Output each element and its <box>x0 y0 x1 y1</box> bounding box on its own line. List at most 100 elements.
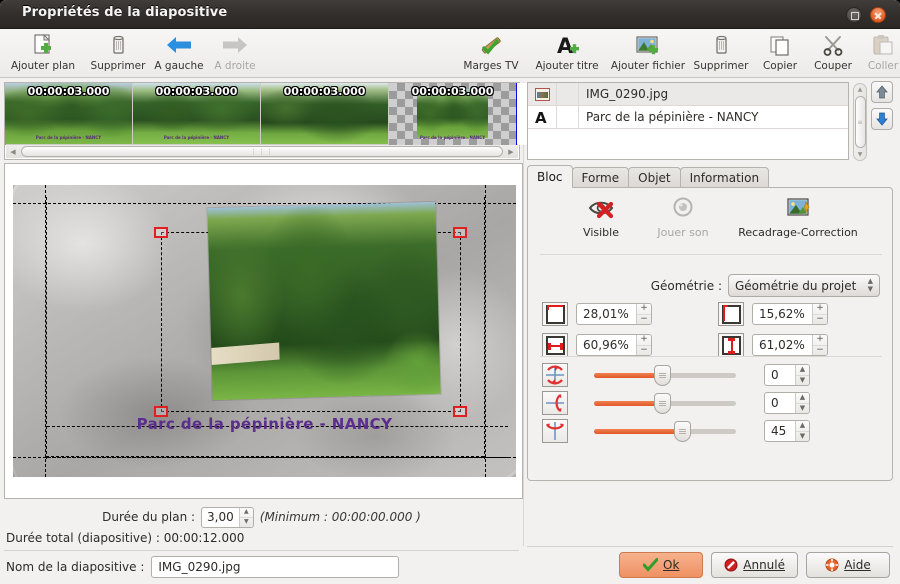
rotate-z-icon[interactable] <box>542 363 568 387</box>
stepper-up-icon[interactable]: + <box>813 304 827 315</box>
resize-handle-top-right[interactable] <box>453 227 467 238</box>
move-down-button[interactable] <box>871 108 893 130</box>
list-item[interactable]: A Parc de la pépinière - NANCY <box>528 106 848 129</box>
rotate-z-slider[interactable] <box>594 364 736 386</box>
stepper-down-icon[interactable]: − <box>637 346 651 356</box>
plan-duration-value[interactable]: 3,00 <box>202 508 239 527</box>
resize-handle-top-left[interactable] <box>154 227 168 238</box>
mode-label: Visible <box>583 226 619 239</box>
rotate-x-value[interactable]: 0 <box>765 393 795 413</box>
toolbar-coller[interactable]: Coller <box>859 31 900 77</box>
stepper-up-icon[interactable]: ▲ <box>240 508 253 518</box>
stepper-down-icon[interactable]: − <box>813 315 827 325</box>
slide-name-label: Nom de la diapositive : <box>6 560 144 574</box>
scroll-down-icon[interactable]: ▼ <box>858 149 863 160</box>
paste-icon <box>870 31 896 59</box>
move-up-button[interactable] <box>871 81 893 103</box>
stepper-down-icon[interactable]: − <box>637 315 651 325</box>
object-list[interactable]: IMG_0290.jpg A Parc de la pépinière - NA… <box>527 82 849 160</box>
filmstrip-frame[interactable]: 00:00:03.000 Parc de la pépinière - NANC… <box>5 83 133 145</box>
add-file-icon <box>634 31 662 59</box>
ok-button[interactable]: Ok <box>619 552 703 578</box>
trash-icon <box>105 31 131 59</box>
object-list-scroll-thumb[interactable]: ≡ <box>855 96 866 148</box>
geometry-row: Géométrie : Géométrie du projet ▲▼ <box>528 274 892 297</box>
filmstrip-scroll-thumb[interactable]: ⋮⋮⋮ <box>21 146 503 157</box>
crop-correct-button[interactable]: Recadrage-Correction <box>724 196 872 242</box>
slide-name-input[interactable]: IMG_0290.jpg <box>151 556 399 578</box>
chevron-updown-icon: ▲▼ <box>868 278 873 293</box>
geometry-label: Géométrie : <box>651 279 722 293</box>
cancel-button[interactable]: Annulé <box>711 552 798 578</box>
rotate-z-stepper[interactable]: 0 ▲ ▼ <box>764 364 810 386</box>
pos-y-stepper[interactable]: 15,62% + − <box>752 303 828 325</box>
rotate-x-slider[interactable] <box>594 392 736 414</box>
total-duration-row: Durée total (diapositive) : 00:00:12.000 <box>6 531 244 545</box>
width-value[interactable]: 60,96% <box>577 335 636 355</box>
visible-toggle[interactable]: Visible <box>558 196 644 242</box>
height-value[interactable]: 61,02% <box>753 335 812 355</box>
stepper-up-icon[interactable]: ▲ <box>796 421 809 432</box>
pos-x-stepper[interactable]: 28,01% + − <box>576 303 652 325</box>
tab-forme[interactable]: Forme <box>572 167 630 188</box>
rotate-x-icon[interactable] <box>542 391 568 415</box>
width-stepper[interactable]: 60,96% + − <box>576 334 652 356</box>
filmstrip-frame-selected[interactable]: 00:00:03.000 Parc de la pépinière - NANC… <box>389 83 517 145</box>
object-list-scrollbar[interactable]: ▲ ≡ ▼ <box>853 83 867 161</box>
stepper-up-icon[interactable]: + <box>813 335 827 346</box>
pos-x-value[interactable]: 28,01% <box>577 304 636 324</box>
image-block[interactable] <box>207 202 440 400</box>
tab-bloc[interactable]: Bloc <box>527 165 573 188</box>
toolbar-a-droite[interactable]: A droite <box>206 31 264 77</box>
trash-icon <box>708 31 734 59</box>
stepper-down-icon[interactable]: ▼ <box>796 432 809 442</box>
toolbar-supprimer-objet[interactable]: Supprimer <box>689 31 753 77</box>
toolbar-ajouter-plan[interactable]: Ajouter plan <box>6 31 80 77</box>
stepper-down-icon[interactable]: ▼ <box>796 404 809 414</box>
list-item[interactable]: IMG_0290.jpg <box>528 83 848 106</box>
slide-canvas[interactable]: Parc de la pépinière - NANCY <box>13 185 516 477</box>
tab-objet[interactable]: Objet <box>628 167 680 188</box>
stepper-up-icon[interactable]: ▲ <box>796 393 809 404</box>
toolbar-marges-tv[interactable]: Marges TV <box>455 31 527 77</box>
toolbar-ajouter-titre[interactable]: A Ajouter titre <box>529 31 605 77</box>
stepper-down-icon[interactable]: ▼ <box>240 518 253 527</box>
toolbar-supprimer-plan[interactable]: Supprimer <box>84 31 152 77</box>
filmstrip-frame[interactable]: 00:00:03.000 <box>261 83 389 145</box>
arrow-left-icon <box>164 31 194 59</box>
plan-duration-stepper[interactable]: 3,00 ▲ ▼ <box>201 507 254 528</box>
slide-caption-text[interactable]: Parc de la pépinière - NANCY <box>13 415 516 433</box>
filmstrip-frame[interactable]: 00:00:03.000 Parc de la pépinière - NANC… <box>133 83 261 145</box>
filmstrip-panel: 00:00:03.000 Parc de la pépinière - NANC… <box>4 82 520 160</box>
rotate-z-value[interactable]: 0 <box>765 365 795 385</box>
help-button[interactable]: Aide <box>806 552 890 578</box>
mode-label: Jouer son <box>657 226 708 239</box>
geometry-select[interactable]: Géométrie du projet ▲▼ <box>728 274 880 297</box>
toolbar-copier[interactable]: Copier <box>753 31 807 77</box>
stepper-up-icon[interactable]: ▲ <box>796 365 809 376</box>
pos-y-value[interactable]: 15,62% <box>753 304 812 324</box>
toolbar-a-gauche[interactable]: A gauche <box>148 31 210 77</box>
filmstrip-scrollbar[interactable]: ◀ ⋮⋮⋮ ▶ <box>6 144 518 158</box>
rotate-y-value[interactable]: 45 <box>765 421 795 441</box>
stepper-up-icon[interactable]: + <box>637 304 651 315</box>
toolbar-ajouter-fichier[interactable]: Ajouter fichier <box>605 31 691 77</box>
toolbar-couper[interactable]: Couper <box>805 31 861 77</box>
stepper-up-icon[interactable]: + <box>637 335 651 346</box>
stepper-down-icon[interactable]: ▼ <box>796 376 809 386</box>
stepper-down-icon[interactable]: − <box>813 346 827 356</box>
list-spacer-cell <box>557 106 579 128</box>
rotate-y-stepper[interactable]: 45 ▲ ▼ <box>764 420 810 442</box>
scroll-right-icon[interactable]: ▶ <box>504 146 518 158</box>
rotate-y-slider[interactable] <box>594 420 736 442</box>
scroll-left-icon[interactable]: ◀ <box>6 146 20 158</box>
tab-information[interactable]: Information <box>680 167 769 188</box>
bottom-divider-left <box>4 550 519 551</box>
maximize-icon[interactable] <box>846 7 862 23</box>
rotate-x-stepper[interactable]: 0 ▲ ▼ <box>764 392 810 414</box>
play-sound-toggle[interactable]: Jouer son <box>640 196 726 242</box>
rotate-y-icon[interactable] <box>542 419 568 443</box>
scroll-up-icon[interactable]: ▲ <box>858 84 863 95</box>
height-stepper[interactable]: 61,02% + − <box>752 334 828 356</box>
close-icon[interactable] <box>870 7 886 23</box>
